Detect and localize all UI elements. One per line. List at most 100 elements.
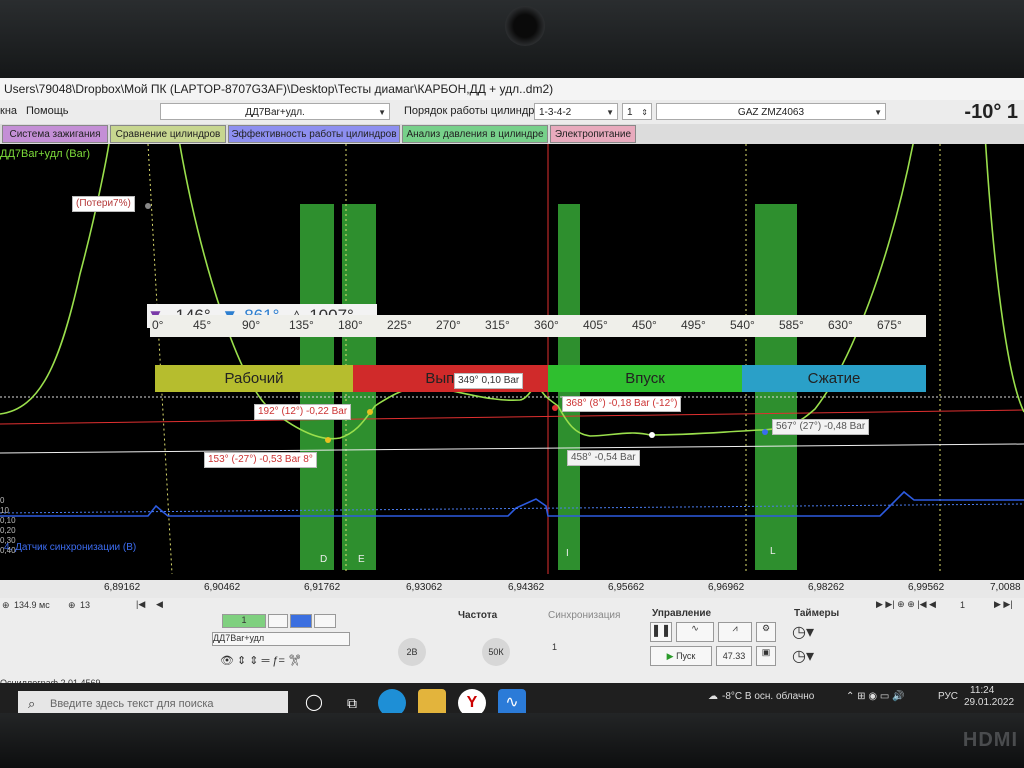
yandex-icon[interactable]: Y (458, 689, 486, 713)
weather-icon[interactable]: ☁ (708, 691, 718, 702)
time-tick: 6,90462 (204, 582, 241, 593)
time-div-value[interactable]: 134.9 мс (14, 600, 50, 610)
volt-knob[interactable]: 2В (398, 638, 426, 666)
time-tick: 6,98262 (808, 582, 845, 593)
phase-compression: Сжатие (742, 365, 926, 392)
menu-window[interactable]: кна (0, 103, 17, 120)
taskbar-search[interactable]: ⌕ Введите здесь текст для поиска (18, 691, 288, 713)
hdmi-logo: HDMI (962, 729, 1018, 751)
start-circle-icon[interactable]: ◯ (300, 689, 328, 713)
tab-ignition[interactable]: Система зажигания (2, 125, 108, 143)
prev-icon[interactable]: ◀ (156, 599, 163, 610)
losses-label: (Потери7%) (72, 196, 135, 212)
oscilloscope-app-icon[interactable]: ∿ (498, 689, 526, 713)
control-label: Управление (652, 608, 712, 619)
channel2-title: 4. Датчик синхронизации (В) (4, 542, 137, 553)
gear-icon[interactable]: ⚙ (756, 622, 776, 642)
sync-label: Синхронизация (548, 610, 621, 621)
weather-text[interactable]: -8°C В осн. облачно (722, 691, 814, 702)
deg-tick: 450° (632, 318, 657, 332)
ref-line-zero (0, 443, 1024, 454)
tab-power-supply[interactable]: Электропитание (550, 125, 636, 143)
marker-567[interactable] (762, 429, 768, 435)
band-label-e: E (358, 554, 365, 565)
y2-tick: 0,40 (0, 546, 16, 555)
degree-scale: 0° 45° 90° 135° 180° 225° 270° 315° 360°… (150, 315, 926, 337)
chevron-down-icon: ▼ (874, 108, 882, 117)
webcam (505, 6, 545, 46)
counter-display: 47.33 (716, 646, 752, 666)
timer1-icon[interactable]: ◷▾ (792, 622, 814, 642)
channel-btn-4[interactable] (314, 614, 336, 628)
engine-combo[interactable]: GAZ ZMZ4063 ▼ (656, 103, 886, 120)
pressure-curve-main (178, 144, 914, 440)
y2-tick: 0 (0, 496, 5, 505)
bottom-panel: 1 ДД7Bar+удл 👁 ⇕ ⇕ ═ ƒ= ✂ 2В Частота 50К… (0, 608, 1024, 684)
nav-icons[interactable]: ▶ ▶| ⊕ ⊕ |◀ ◀ (876, 599, 936, 610)
channel-btn-2[interactable] (268, 614, 288, 628)
annotation-567: 567° (27°) -0,48 Bar (772, 419, 870, 435)
laptop-top-bezel (0, 0, 1024, 78)
time-tick: 6,89162 (104, 582, 141, 593)
marker-458[interactable] (649, 432, 655, 438)
pause-button[interactable]: ❚❚ (650, 622, 672, 642)
freq-knob[interactable]: 50К (482, 638, 510, 666)
first-page-icon[interactable]: |◀ (136, 599, 145, 610)
y2-tick: 0,30 (0, 536, 16, 545)
zoom-value[interactable]: 13 (80, 600, 90, 610)
tray-icons[interactable]: ⌃ ⊞ ◉ ▭ 🔊 (846, 691, 905, 702)
annotation-458: 458° -0,54 Bar (567, 450, 640, 466)
deg-tick: 585° (779, 318, 804, 332)
firing-order-combo[interactable]: 1-3-4-2 ▼ (534, 103, 618, 120)
clock-time[interactable]: 11:24 (970, 685, 994, 696)
scroll-control-bar: ⊕ 134.9 мс ⊕ 13 |◀ ◀ ▶ ▶| ⊕ ⊕ |◀ ◀ 1 ▶ ▶… (0, 598, 1024, 614)
time-tick: 6,93062 (406, 582, 443, 593)
trigger-mode-button[interactable]: ⩘ (718, 622, 752, 642)
zoom-in-icon[interactable]: ⊕ (68, 600, 76, 611)
channel-btn-1[interactable]: 1 (222, 614, 266, 628)
laptop-bottom-bezel: HDMI (0, 713, 1024, 768)
zoom-icon[interactable]: ⊕ (2, 600, 10, 611)
record-icon[interactable]: ▣ (756, 646, 776, 666)
tab-cylinder-compare[interactable]: Сравнение цилиндров (110, 125, 226, 143)
band-label-i: I (566, 548, 569, 559)
waveform-mode-button[interactable]: ∿ (676, 622, 714, 642)
channel-btn-3[interactable] (290, 614, 312, 628)
channel-combo[interactable]: ДД7Bar+удл. ▼ (160, 103, 390, 120)
marker-losses[interactable] (145, 203, 151, 209)
language-indicator[interactable]: РУС (938, 691, 958, 702)
task-view-icon[interactable]: ⧉ (338, 689, 366, 713)
oscilloscope-plot[interactable]: ДД7Bar+удл (Bar) (Потери7%) ▼-146° ▼861°… (0, 144, 1024, 580)
deg-tick: 495° (681, 318, 706, 332)
deg-tick: 405° (583, 318, 608, 332)
sync-value: 1 (552, 642, 558, 652)
channel-tools-icons[interactable]: 👁 ⇕ ⇕ ═ ƒ= ✂ (220, 654, 302, 667)
channel-select[interactable]: ДД7Bar+удл (212, 632, 350, 646)
phase-power: Рабочий (155, 365, 353, 392)
annotation-192: 192° (12°) -0,22 Bar (254, 404, 352, 420)
toolbar: кна Помощь ДД7Bar+удл. ▼ Порядок работы … (0, 100, 1024, 124)
deg-tick: 675° (877, 318, 902, 332)
screen: Users\79048\Dropbox\Мой ПК (LAPTOP-8707G… (0, 78, 1024, 713)
folder-icon[interactable] (418, 689, 446, 713)
timer2-icon[interactable]: ◷▾ (792, 646, 814, 666)
clock-date[interactable]: 29.01.2022 (964, 697, 1014, 708)
tab-pressure-analysis[interactable]: Анализ давления в цилиндре (402, 125, 548, 143)
next-page-icon[interactable]: ▶ ▶| (994, 599, 1013, 610)
menu-help[interactable]: Помощь (26, 103, 69, 120)
tab-cylinder-efficiency[interactable]: Эффективность работы цилиндров (228, 125, 400, 143)
phase-intake: Впуск (548, 365, 742, 392)
edge-icon[interactable] (378, 689, 406, 713)
marker-368[interactable] (552, 405, 558, 411)
cylinder-spinner[interactable]: 1 ⇕ (622, 103, 652, 120)
channel1-title: ДД7Bar+удл (Bar) (0, 148, 91, 160)
spin-arrows-icon[interactable]: ⇕ (641, 104, 648, 119)
marker-153[interactable] (325, 437, 331, 443)
time-tick: 6,99562 (908, 582, 945, 593)
taskbar: ⌕ Введите здесь текст для поиска ◯ ⧉ Y ∿… (0, 683, 1024, 713)
deg-tick: 540° (730, 318, 755, 332)
y2-tick: 10 (0, 506, 9, 515)
marker-192[interactable] (367, 409, 373, 415)
time-axis: 6,89162 6,90462 6,91762 6,93062 6,94362 … (0, 580, 1024, 598)
start-button[interactable]: ▶ Пуск (650, 646, 712, 666)
